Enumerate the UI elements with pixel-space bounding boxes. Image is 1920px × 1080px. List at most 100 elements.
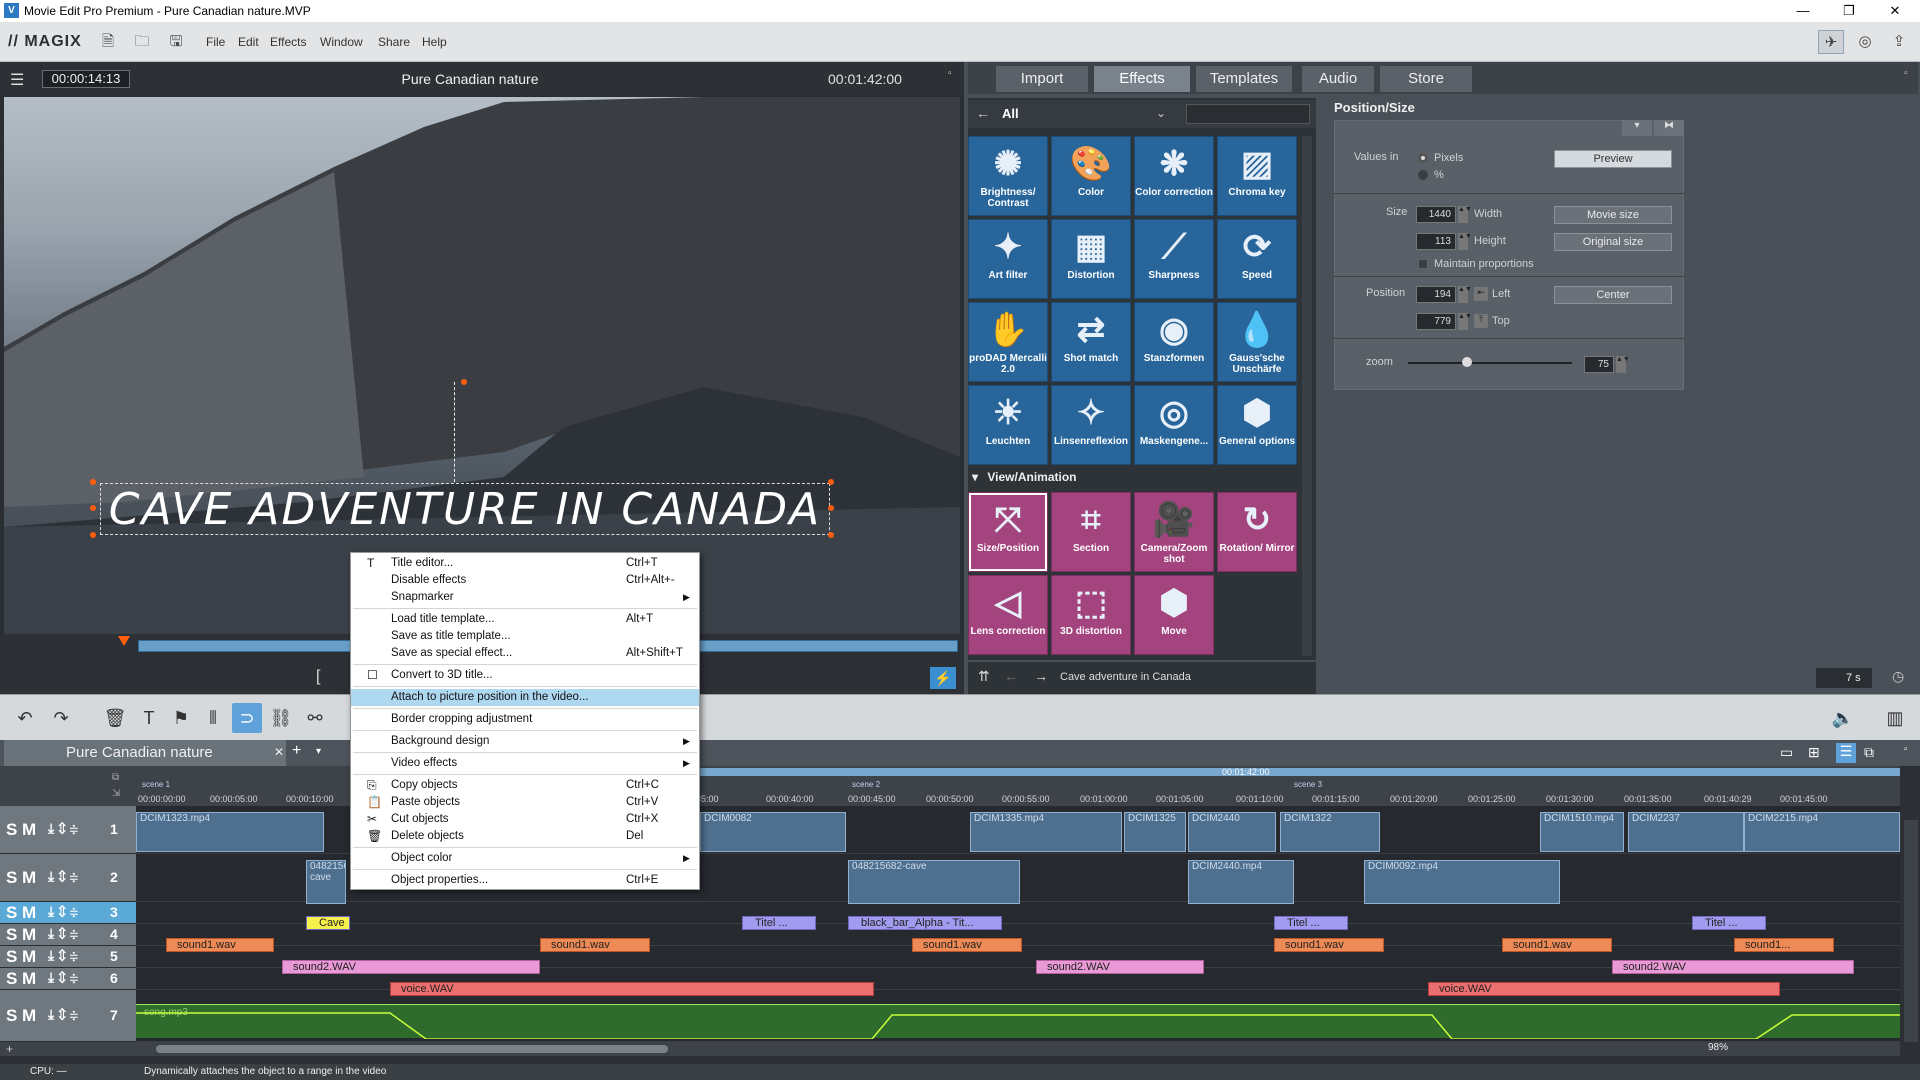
tab-list-icon[interactable]: ▾ (316, 746, 321, 757)
close-tab-icon[interactable]: ✕ (274, 745, 284, 759)
video-clip[interactable]: DCIM2440.mp4 (1188, 860, 1294, 904)
solo-mute-controls[interactable]: S M (6, 903, 36, 923)
effect-tile[interactable]: ⟳ Speed (1217, 219, 1297, 299)
collapse-up-icon[interactable]: ⇈ (978, 668, 990, 685)
volume-icon[interactable]: 🔈 (1828, 703, 1858, 733)
tab-effects[interactable]: Effects (1094, 66, 1190, 92)
minimize-button[interactable]: — (1780, 0, 1826, 22)
audio-clip[interactable]: sound1.wav (1502, 938, 1612, 952)
height-input[interactable]: 113 (1416, 233, 1456, 250)
top-input[interactable]: 779 (1416, 313, 1456, 330)
effect-tile[interactable]: ✺ Brightness/ Contrast (968, 136, 1048, 216)
unlink-icon[interactable]: ⚯ (300, 703, 330, 733)
track-header-3[interactable]: S M ⤓ ⇕ ≑ 3 (0, 902, 136, 924)
add-tab-icon[interactable]: + (292, 742, 301, 760)
audio-clip[interactable]: sound1.wav (540, 938, 650, 952)
effect-tile[interactable]: ▨ Chroma key (1217, 136, 1297, 216)
scene-marker[interactable]: scene 3 (1294, 780, 1322, 789)
chevron-down-icon[interactable]: ⌄ (1156, 106, 1166, 120)
title-overlay[interactable]: CAVE ADVENTURE IN CANADA (100, 483, 830, 535)
context-menu-item[interactable]: Object color ▶ (351, 850, 699, 867)
menu-help[interactable]: Help (422, 35, 447, 49)
zoom-slider-knob[interactable] (1462, 357, 1473, 367)
nav-back-icon[interactable]: ← (1004, 668, 1018, 684)
resize-handle-tr[interactable] (828, 479, 834, 485)
context-menu-item[interactable]: ☐ Convert to 3D title... (351, 667, 699, 684)
context-menu-item[interactable]: T Title editor... Ctrl+T (351, 555, 699, 572)
effect-tile[interactable]: 🎥 Camera/Zoom shot (1134, 492, 1214, 572)
resize-handle-bl[interactable] (90, 532, 96, 538)
tab-import[interactable]: Import (996, 66, 1088, 92)
title-clip[interactable]: black_bar_Alpha - Tit... (848, 916, 1002, 930)
effect-tile[interactable]: 🎨 Color (1051, 136, 1131, 216)
redo-icon[interactable]: ↷ (46, 703, 76, 733)
align-left-icon[interactable]: ⇤ (1474, 287, 1488, 301)
delete-icon[interactable]: 🗑 (100, 703, 130, 733)
audio-clip[interactable]: sound1... (1734, 938, 1834, 952)
effect-tile[interactable]: ❋ Color correction (1134, 136, 1214, 216)
width-input[interactable]: 1440 (1416, 206, 1456, 223)
anchor-handle[interactable] (461, 379, 467, 385)
effect-tile[interactable]: ☀ Leuchten (968, 385, 1048, 465)
title-clip[interactable]: Titel ... (742, 916, 816, 930)
undock-icon-3[interactable]: ▫ (1904, 744, 1908, 755)
video-clip[interactable]: DCIM2440 (1188, 812, 1276, 852)
marker-flag-icon[interactable]: ⚑ (166, 703, 196, 733)
effect-tile[interactable]: ✋ proDAD Mercalli 2.0 (968, 302, 1048, 382)
left-input[interactable]: 194 (1416, 286, 1456, 303)
zoom-input[interactable]: 75 (1584, 356, 1614, 373)
track-controls-icons[interactable]: ⤓ ⇕ ≑ (48, 1006, 78, 1023)
scene-marker[interactable]: scene 2 (852, 780, 880, 789)
nav-forward-icon[interactable]: → (1034, 668, 1048, 684)
tab-store[interactable]: Store (1380, 66, 1472, 92)
effect-tile[interactable]: ⌗ Section (1051, 492, 1131, 572)
context-menu-item[interactable]: Video effects ▶ (351, 755, 699, 772)
context-menu-item[interactable]: 📋 Paste objects Ctrl+V (351, 794, 699, 811)
track-lane-3[interactable] (136, 902, 1900, 924)
save-icon[interactable]: 🖫 (168, 33, 184, 51)
effect-tile[interactable]: ✦ Art filter (968, 219, 1048, 299)
mixer-icon[interactable]: ▥ (1880, 703, 1910, 733)
track-header-7[interactable]: S M ⤓ ⇕ ≑ 7 (0, 990, 136, 1042)
audio-clip[interactable]: sound1.wav (912, 938, 1022, 952)
maintain-proportions-checkbox[interactable] (1418, 259, 1428, 269)
audio-clip[interactable]: voice.WAV (1428, 982, 1780, 996)
video-clip[interactable]: DCIM1510.mp4 (1540, 812, 1624, 852)
effects-scrollbar[interactable] (1302, 136, 1312, 656)
resize-handle-l[interactable] (90, 505, 96, 511)
zoom-stepper[interactable]: ▲▼ (1616, 356, 1630, 373)
track-controls-icons[interactable]: ⤓ ⇕ ≑ (48, 820, 78, 837)
mouse-mode-icon[interactable]: ⊃ (232, 703, 262, 733)
solo-mute-controls[interactable]: S M (6, 1006, 36, 1026)
effect-tile[interactable]: ⟋ Sharpness (1134, 219, 1214, 299)
effect-tile[interactable]: ⬢ Move (1134, 575, 1214, 655)
dropdown-icon[interactable]: ▾ (1622, 120, 1652, 136)
height-stepper[interactable]: ▲▼ (1458, 233, 1472, 250)
track-header-6[interactable]: S M ⤓ ⇕ ≑ 6 (0, 968, 136, 990)
tab-audio[interactable]: Audio (1302, 66, 1374, 92)
solo-mute-controls[interactable]: S M (6, 947, 36, 967)
menu-share[interactable]: Share (378, 35, 410, 49)
text-icon[interactable]: T (134, 703, 164, 733)
effects-search-input[interactable] (1186, 104, 1310, 124)
title-clip[interactable]: Titel ... (1274, 916, 1348, 930)
view-animation-section[interactable]: ▾ View/Animation (972, 470, 1077, 484)
ruler-settings-icon[interactable]: ⧉ (112, 772, 119, 783)
resize-handle-br[interactable] (828, 532, 834, 538)
effect-tile[interactable]: ↻ Rotation/ Mirror (1217, 492, 1297, 572)
track-header-1[interactable]: S M ⤓ ⇕ ≑ 1 (0, 806, 136, 854)
video-clip[interactable]: DCIM0082 (700, 812, 846, 852)
effect-duration[interactable]: 7 s (1816, 668, 1872, 688)
video-clip[interactable]: 048215682-cave (848, 860, 1020, 904)
context-menu-item[interactable]: Object properties... Ctrl+E (351, 872, 699, 889)
audio-clip[interactable]: sound2.WAV (1036, 960, 1204, 974)
top-stepper[interactable]: ▲▼ (1458, 313, 1472, 330)
vertical-scrollbar[interactable] (1904, 820, 1918, 1042)
effect-tile[interactable]: ⤧ Size/Position (968, 492, 1048, 572)
width-stepper[interactable]: ▲▼ (1458, 206, 1472, 223)
title-clip[interactable]: Titel ... (1692, 916, 1766, 930)
menu-effects[interactable]: Effects (270, 35, 306, 49)
settings-icon[interactable]: ◎ (1852, 30, 1878, 54)
effect-tile[interactable]: ▦ Distortion (1051, 219, 1131, 299)
pixels-radio[interactable] (1418, 153, 1428, 163)
